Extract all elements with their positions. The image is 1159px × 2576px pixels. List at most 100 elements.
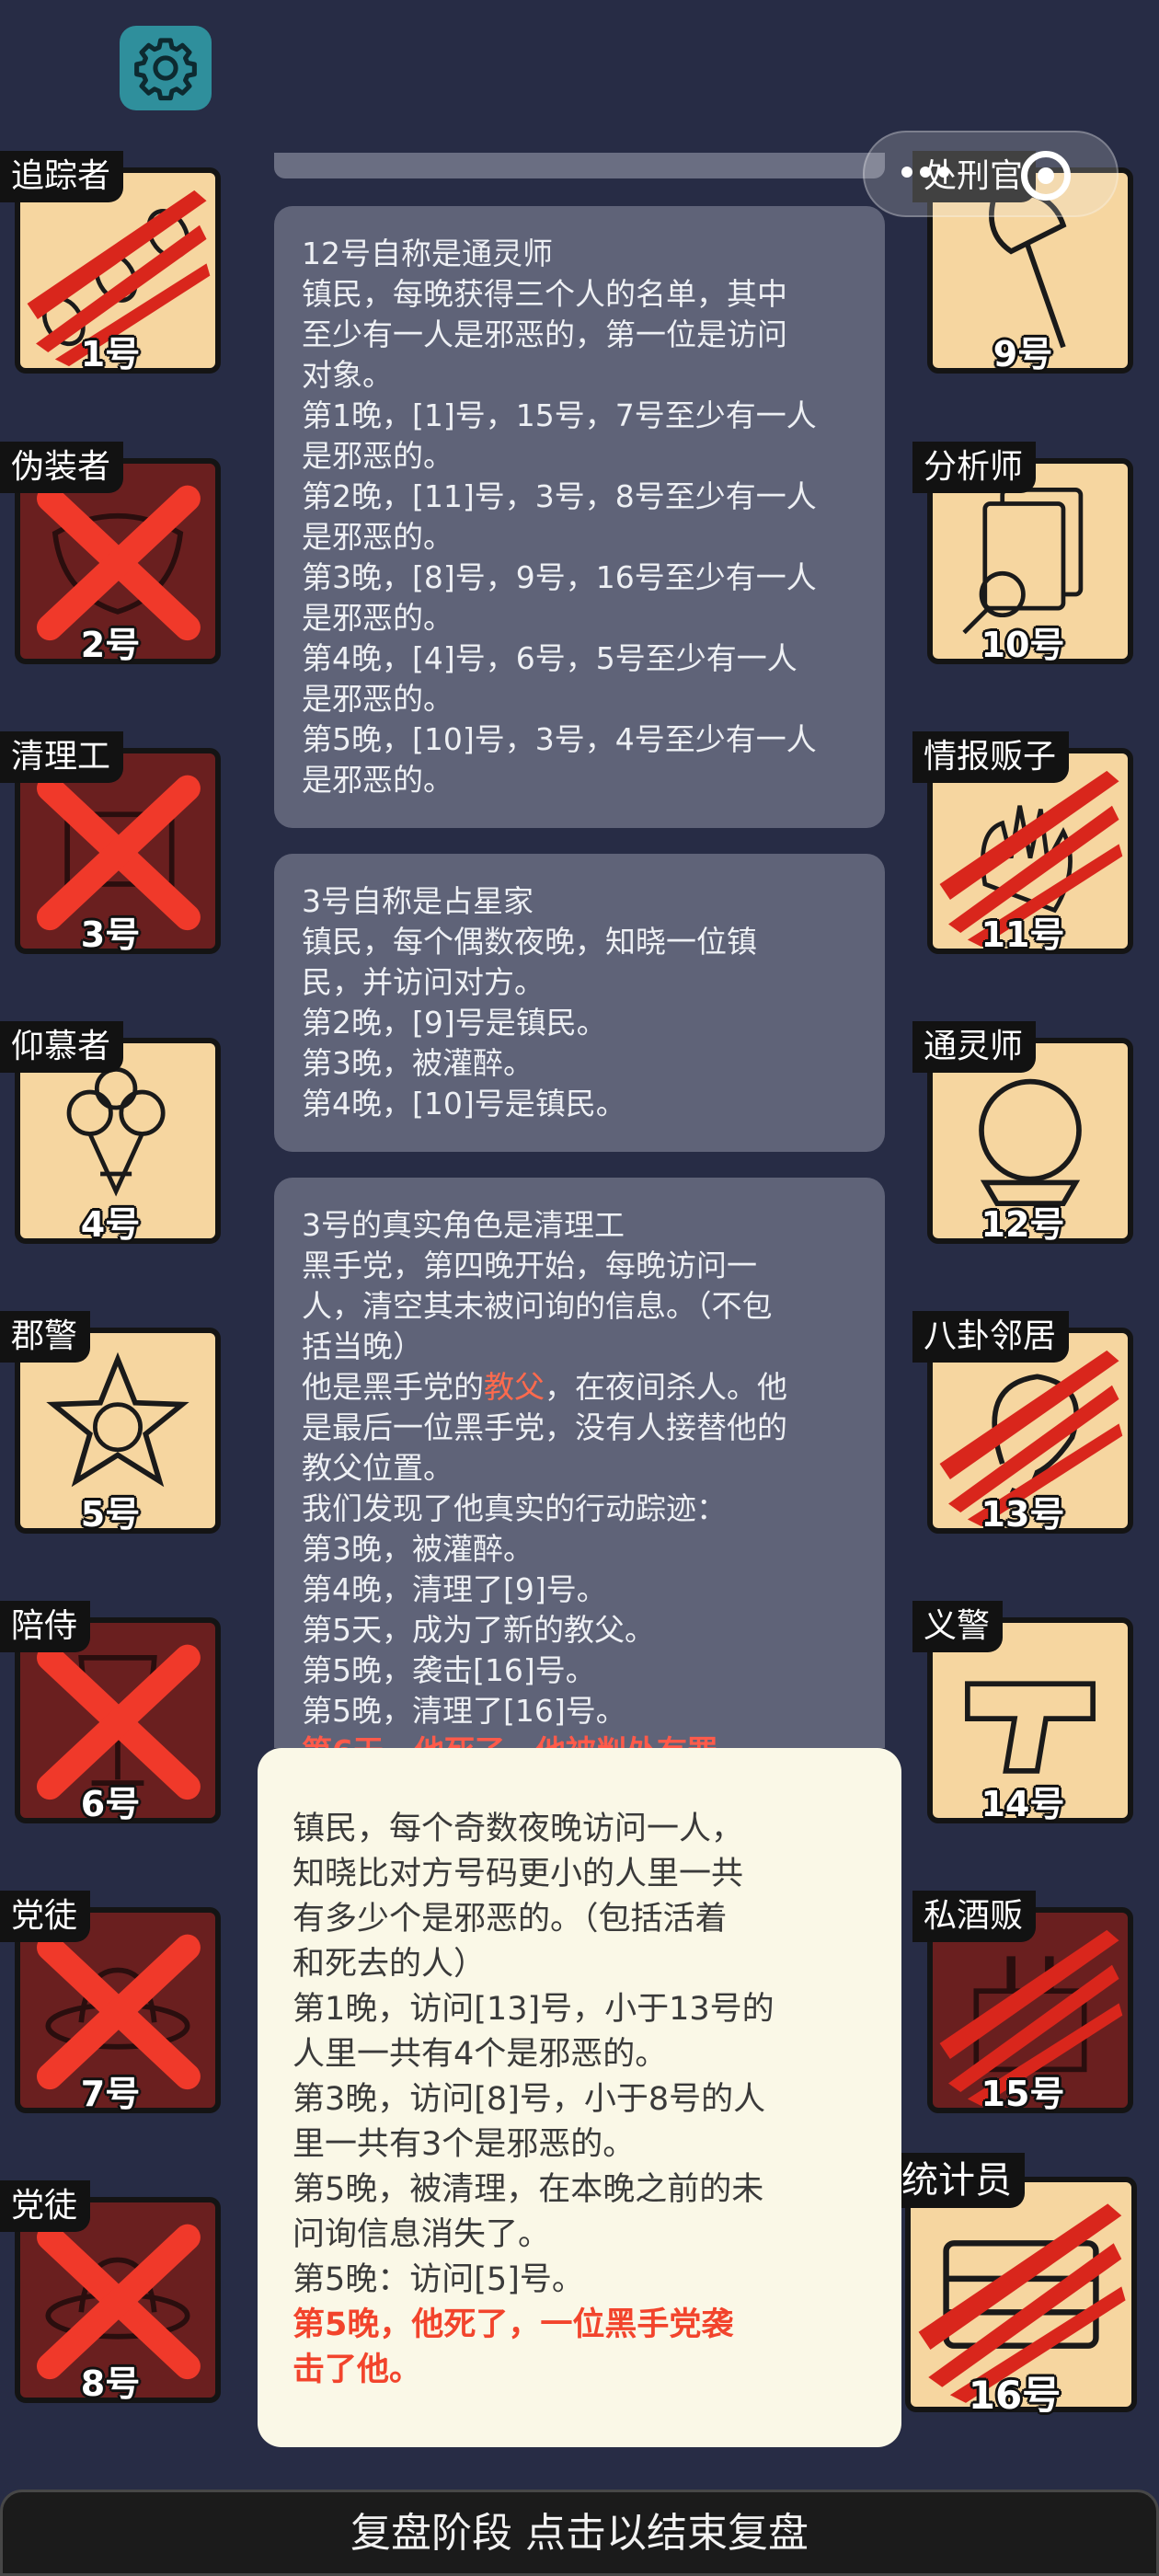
log-line: 是邪恶的。 [302, 438, 453, 474]
game-screen: 追踪者 1号 伪装者 2号 清理工 3号 仰慕者 4号 郡警 5号 陪侍 6号 … [0, 0, 1159, 2576]
settings-button[interactable] [120, 26, 212, 110]
log-line: 第5晚，袭击[16]号。 [302, 1652, 596, 1688]
player-number: 7号 [80, 2074, 141, 2114]
log-line-death: 第6天，他死了，他被判处有罪。 [302, 1731, 863, 1748]
log-line: 对象。 [302, 357, 393, 393]
player-number: 11号 [981, 914, 1065, 955]
role-label: 统计员 [890, 2153, 1025, 2208]
player-card-14[interactable]: 义警 14号 [912, 1601, 1133, 1827]
log-line: 是邪恶的。 [302, 762, 453, 798]
player-card-11[interactable]: 情报贩子 11号 [912, 731, 1133, 958]
more-dots-icon[interactable] [901, 164, 957, 181]
tooltip-death-line: 击了他。 [293, 2352, 422, 2388]
tooltip-line: 里一共有3个是邪恶的。 [293, 2126, 636, 2163]
godfather-keyword[interactable]: 教父 [484, 1369, 545, 1405]
log-clip-area: 3号的真实角色是清理工 黑手党，第四晚开始，每晚访问一 人，清空其未被问询的信息… [274, 1178, 885, 1748]
tooltip-line: 第5晚，被清理，在本晚之前的未 [293, 2171, 764, 2208]
player-number: 13号 [981, 1494, 1065, 1535]
player-number: 9号 [993, 334, 1053, 374]
player-card-6[interactable]: 陪侍 6号 [0, 1601, 221, 1827]
role-label: 伪装者 [0, 442, 124, 493]
player-number: 14号 [981, 1784, 1065, 1824]
role-label: 私酒贩 [912, 1891, 1037, 1942]
log-line: 第5天，成为了新的教父。 [302, 1612, 655, 1648]
tooltip-line: 人里一共有4个是邪恶的。 [293, 2036, 668, 2073]
role-label: 分析师 [912, 442, 1037, 493]
role-info-tooltip[interactable]: 镇民，每个奇数夜晚访问一人， 知晓比对方号码更小的人里一共 有多少个是邪恶的。（… [258, 1748, 901, 2447]
tooltip-line: 第1晚，访问[13]号，小于13号的 [293, 1991, 775, 2028]
player-card-8[interactable]: 党徒 8号 [0, 2180, 221, 2407]
player-number: 2号 [80, 625, 141, 665]
log-line: 第4晚，清理了[9]号。 [302, 1571, 607, 1607]
player-card-3[interactable]: 清理工 3号 [0, 731, 221, 958]
gear-icon [134, 38, 197, 101]
player-number: 15号 [981, 2074, 1065, 2114]
log-line: 是邪恶的。 [302, 519, 453, 555]
player-number: 8号 [80, 2363, 141, 2404]
log-line: 第3晚，被灌醉。 [302, 1045, 534, 1081]
log-line: 第4晚，[4]号，6号，5号至少有一人 [302, 640, 798, 676]
mini-program-capsule[interactable] [863, 131, 1119, 217]
player-number: 6号 [80, 1784, 141, 1824]
player-card-13[interactable]: 八卦邻居 13号 [912, 1311, 1133, 1537]
log-line: 第2晚，[11]号，3号，8号至少有一人 [302, 478, 817, 514]
player-number: 3号 [80, 914, 141, 955]
role-label: 仰慕者 [0, 1021, 124, 1073]
tooltip-line: 第5晚：访问[5]号。 [293, 2261, 584, 2298]
log-message-astrologer-claim[interactable]: 3号自称是占星家 镇民，每个偶数夜晚，知晓一位镇 民，并访问对方。 第2晚，[9… [274, 854, 885, 1152]
log-line: 第5晚，清理了[16]号。 [302, 1693, 626, 1729]
player-card-7[interactable]: 党徒 7号 [0, 1891, 221, 2117]
tooltip-line: 和死去的人） [293, 1946, 487, 1983]
player-number: 16号 [968, 2373, 1061, 2418]
log-line: 他是黑手党的教父，在夜间杀人。他 [302, 1367, 863, 1408]
log-line: 民，并访问对方。 [302, 964, 545, 1000]
log-line: 是邪恶的。 [302, 600, 453, 636]
log-line: 3号的真实角色是清理工 [302, 1207, 625, 1243]
player-number: 1号 [80, 334, 141, 374]
log-line: 第2晚，[9]号是镇民。 [302, 1005, 607, 1041]
player-number: 12号 [981, 1204, 1065, 1245]
player-card-16[interactable]: 统计员 16号 [890, 2153, 1139, 2420]
log-line: 第3晚，[8]号，9号，16号至少有一人 [302, 559, 817, 595]
target-close-icon[interactable] [1021, 151, 1071, 201]
log-message-medium-claim[interactable]: 12号自称是通灵师 镇民，每晚获得三个人的名单，其中 至少有一人是邪恶的，第一位… [274, 206, 885, 828]
log-text: ，在夜间杀人。他 [545, 1369, 787, 1405]
tooltip-line: 有多少个是邪恶的。（包括活着 [293, 1901, 728, 1938]
log-line: 括当晚） [302, 1328, 423, 1364]
end-review-button[interactable]: 复盘阶段 点击以结束复盘 [0, 2490, 1159, 2576]
log-line: 黑手党，第四晚开始，每晚访问一 [302, 1248, 757, 1283]
role-label: 清理工 [0, 731, 124, 783]
role-label: 陪侍 [0, 1601, 91, 1652]
log-line: 第1晚，[1]号，15号，7号至少有一人 [302, 397, 817, 433]
player-number: 5号 [80, 1494, 141, 1535]
log-line: 至少有一人是邪恶的，第一位是访问 [302, 316, 787, 352]
player-number: 10号 [981, 625, 1065, 665]
player-card-5[interactable]: 郡警 5号 [0, 1311, 221, 1537]
role-label: 八卦邻居 [912, 1311, 1070, 1363]
role-label: 郡警 [0, 1311, 91, 1363]
tooltip-line: 镇民，每个奇数夜晚访问一人， [293, 1811, 744, 1847]
log-line: 第4晚，[10]号是镇民。 [302, 1086, 626, 1121]
role-label: 党徒 [0, 2180, 91, 2232]
log-message-true-role[interactable]: 3号的真实角色是清理工 黑手党，第四晚开始，每晚访问一 人，清空其未被问询的信息… [274, 1178, 885, 1748]
log-line: 教父位置。 [302, 1450, 453, 1486]
player-number: 4号 [80, 1204, 141, 1245]
tooltip-line: 第3晚，访问[8]号，小于8号的人 [293, 2081, 766, 2118]
player-card-1[interactable]: 追踪者 1号 [0, 151, 221, 377]
log-text: 他是黑手党的 [302, 1369, 484, 1405]
log-line: 12号自称是通灵师 [302, 236, 553, 271]
log-line: 是邪恶的。 [302, 681, 453, 717]
player-card-2[interactable]: 伪装者 2号 [0, 442, 221, 668]
tooltip-line: 问询信息消失了。 [293, 2216, 551, 2253]
log-line: 是最后一位黑手党，没有人接替他的 [302, 1409, 787, 1445]
log-line: 镇民，每个偶数夜晚，知晓一位镇 [302, 924, 757, 960]
role-label: 党徒 [0, 1891, 91, 1942]
player-card-15[interactable]: 私酒贩 15号 [912, 1891, 1133, 2117]
tooltip-death-line: 第5晚，他死了，一位黑手党袭 [293, 2306, 734, 2343]
role-label: 情报贩子 [912, 731, 1070, 783]
role-label: 义警 [912, 1601, 1004, 1652]
player-card-4[interactable]: 仰慕者 4号 [0, 1021, 221, 1248]
role-label: 通灵师 [912, 1021, 1037, 1073]
player-card-12[interactable]: 通灵师 12号 [912, 1021, 1133, 1248]
player-card-10[interactable]: 分析师 10号 [912, 442, 1133, 668]
